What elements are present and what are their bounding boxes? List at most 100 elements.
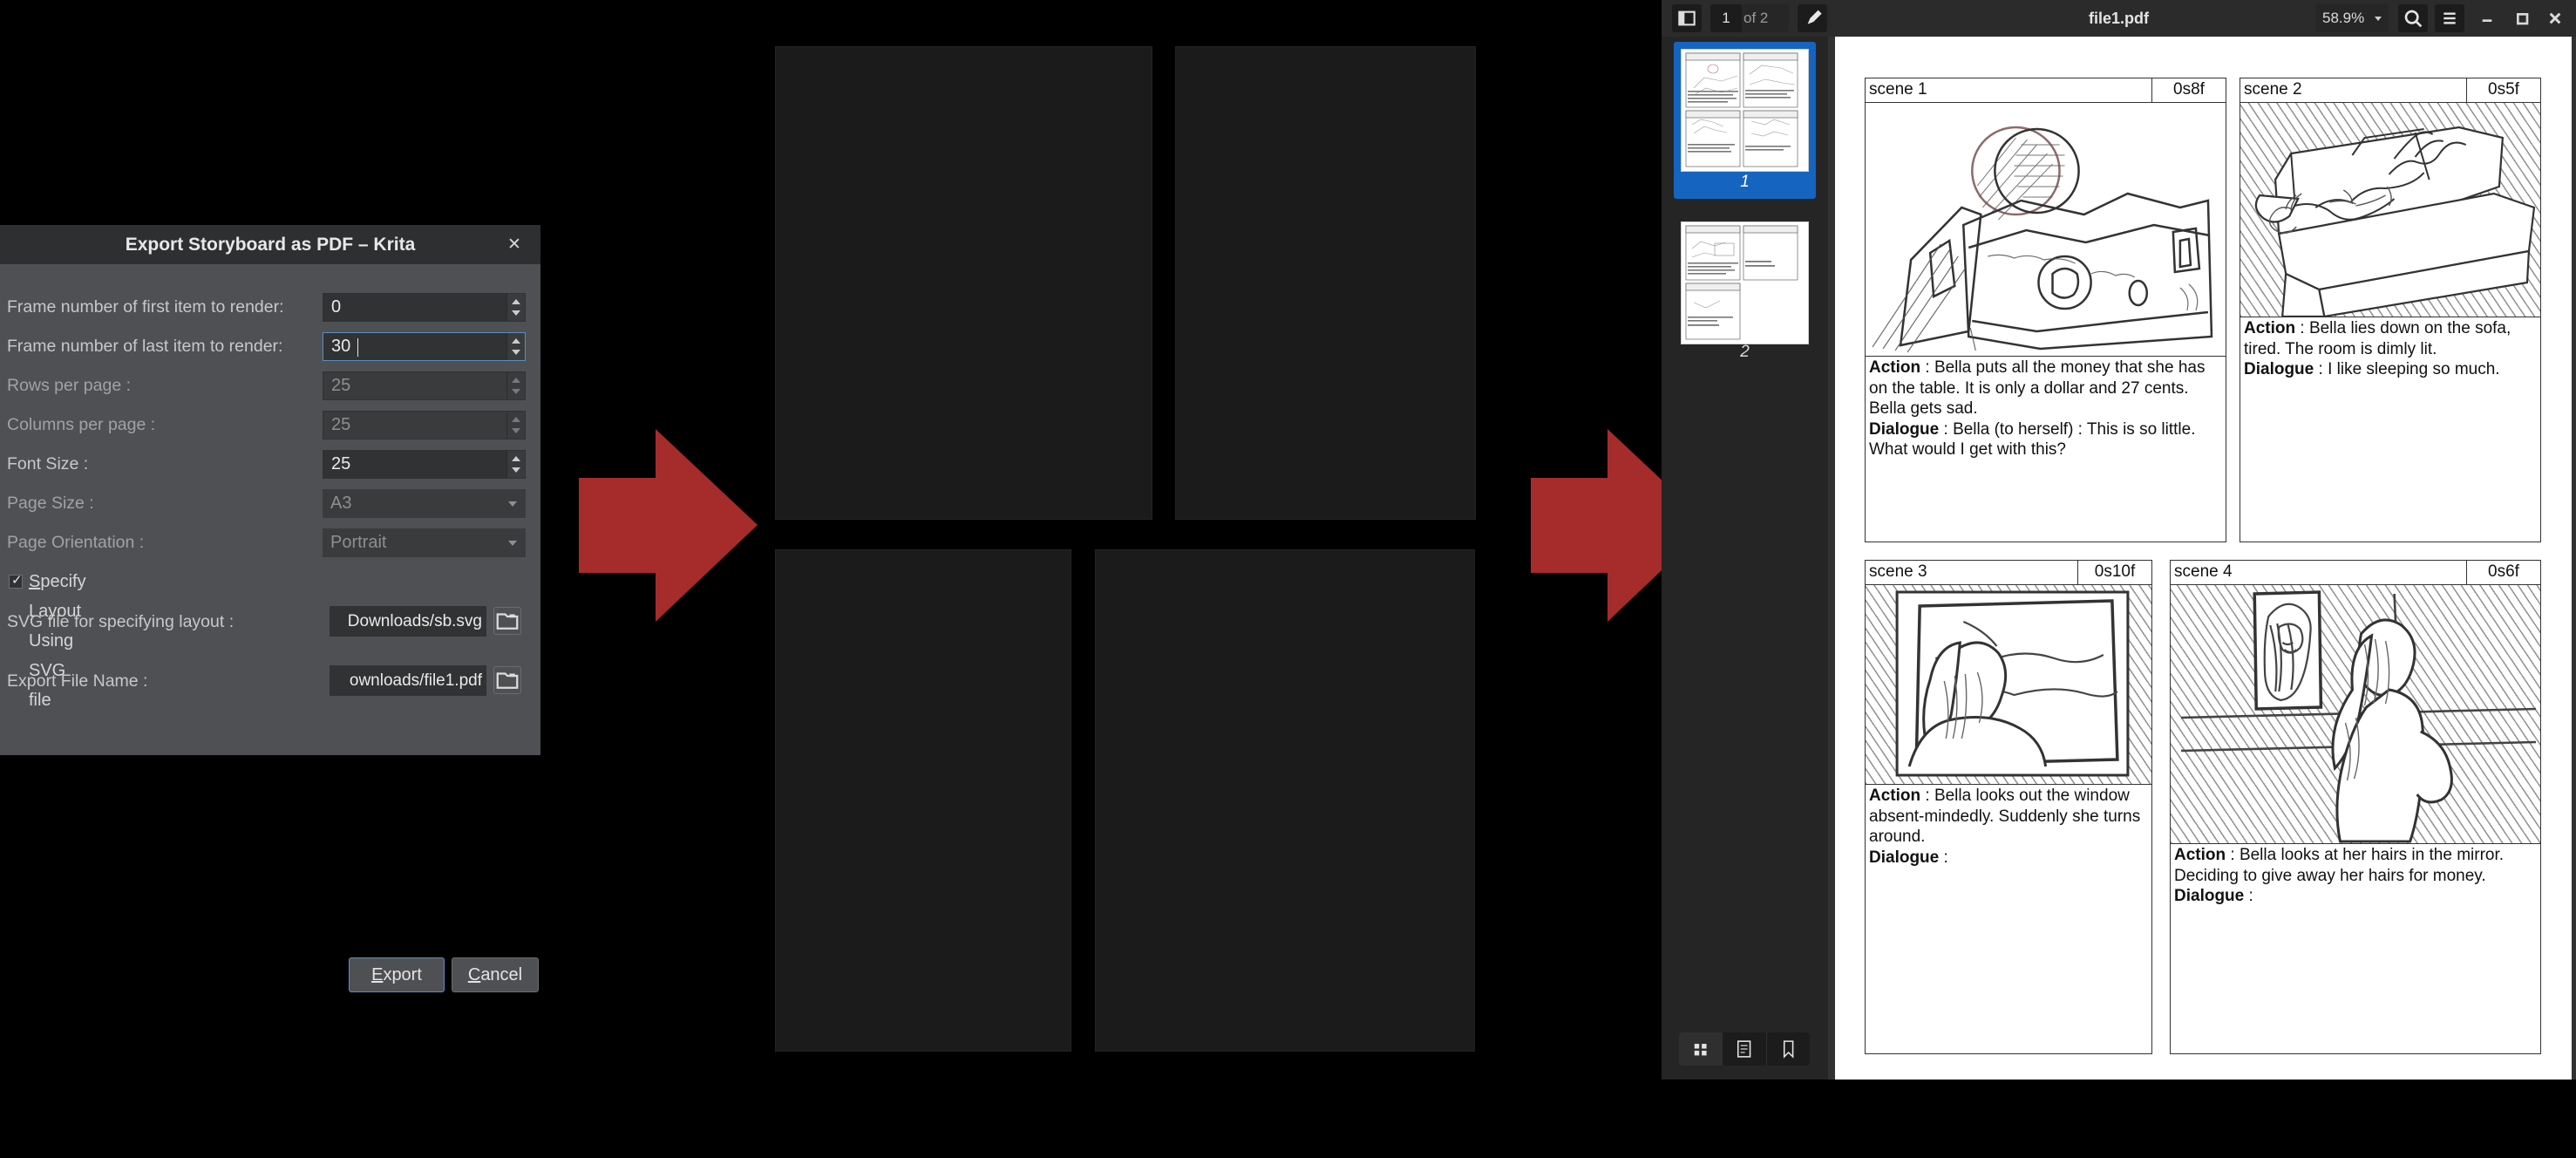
- storyboard-panel-scene-4: scene 4 0s6f Action: Bella looks at her…: [2170, 560, 2541, 1054]
- scene-duration: 0s10f: [2094, 562, 2136, 581]
- panel-text: Action : Bella lies down on the sofa, ti…: [2240, 317, 2540, 542]
- svg-layout-path-row: SVG file for specifying layout : Downloa…: [0, 604, 540, 639]
- pdf-viewer-window: 1 of 2 file1.pdf 58.9% 1 2 scene 1 0s8f …: [1662, 0, 2576, 1080]
- spinner-arrows: [506, 412, 525, 439]
- field-label: Columns per page :: [7, 415, 156, 434]
- font-size-spinbox[interactable]: 25: [323, 450, 526, 479]
- panel-header: scene 3 0s10f: [1866, 561, 2151, 585]
- sidebar-view-switcher: [1679, 1032, 1810, 1066]
- page-size-value: A3: [330, 494, 352, 513]
- chevron-down-icon: [508, 501, 517, 507]
- field-row-page-size: Page Size : A3: [0, 488, 540, 518]
- notes-icon[interactable]: [1722, 1032, 1765, 1066]
- field-row-first-frame: Frame number of first item to render: 0: [0, 292, 540, 322]
- panel-text: Action : Bella puts all the money that s…: [1866, 357, 2226, 542]
- field-label: Page Size :: [7, 494, 94, 513]
- storyboard-cell[interactable]: [1095, 549, 1475, 1052]
- dialog-titlebar: Export Storyboard as PDF – Krita ✕: [0, 225, 540, 264]
- dialog-body: Frame number of first item to render: 0 …: [0, 264, 540, 992]
- export-button[interactable]: Export: [349, 957, 445, 992]
- dialogue-text: :: [1939, 848, 1948, 867]
- field-row-page-orientation: Page Orientation : Portrait: [0, 528, 540, 557]
- cancel-button[interactable]: Cancel: [452, 957, 539, 992]
- scene-duration: 0s8f: [2173, 80, 2205, 99]
- pdf-toolbar: 1 of 2 file1.pdf 58.9%: [1662, 0, 2576, 37]
- field-label: Frame number of last item to render:: [7, 337, 283, 356]
- action-label: Action: [2244, 319, 2296, 337]
- page-size-select: A3: [323, 489, 526, 518]
- export-filename-value: ownloads/file1.pdf: [349, 671, 482, 690]
- chevron-down-icon[interactable]: [512, 467, 520, 473]
- last-frame-spinbox[interactable]: 30: [323, 332, 526, 361]
- scene-label: scene 2: [2240, 78, 2467, 102]
- close-icon[interactable]: [2541, 4, 2569, 32]
- chevron-down-icon: [2375, 17, 2382, 21]
- dialogue-text: :: [2244, 887, 2253, 905]
- storyboard-cell[interactable]: [775, 549, 1071, 1052]
- scene-label: scene 3: [1866, 561, 2078, 584]
- girl-at-window-sketch: [1866, 585, 2151, 785]
- font-size-value: 25: [331, 454, 351, 473]
- thumbnail-page-2[interactable]: 2: [1674, 215, 1816, 368]
- girl-on-sofa-sketch: [2240, 103, 2540, 317]
- chevron-down-icon: [512, 428, 520, 433]
- specify-layout-checkbox[interactable]: ✓: [9, 573, 23, 589]
- chevron-up-icon[interactable]: [512, 299, 520, 304]
- svg-layout-input[interactable]: Downloads/sb.svg: [330, 606, 486, 637]
- spinner-arrows[interactable]: [506, 451, 525, 478]
- label-rest: ancel: [480, 965, 523, 984]
- thumbnail-page-1[interactable]: 1: [1674, 42, 1816, 199]
- storyboard-panel-scene-2: scene 2 0s5f Action: Bella lies down on…: [2240, 78, 2541, 542]
- page-orientation-select: Portrait: [323, 528, 526, 557]
- spinner-arrows[interactable]: [506, 333, 525, 360]
- thumbnail-preview: [1681, 49, 1809, 172]
- panel-header: scene 4 0s6f: [2171, 561, 2540, 585]
- field-label: Page Orientation :: [7, 533, 145, 552]
- chevron-down-icon[interactable]: [512, 310, 520, 316]
- flow-arrow-1: [579, 429, 758, 622]
- bookmark-icon[interactable]: [1765, 1032, 1810, 1066]
- pdf-page-1: scene 1 0s8f Action: Bella puts all the…: [1835, 37, 2572, 1080]
- minimize-icon[interactable]: [2473, 4, 2501, 32]
- folder-icon[interactable]: [493, 607, 521, 635]
- chevron-down-icon[interactable]: [512, 350, 520, 355]
- first-frame-spinbox[interactable]: 0: [323, 293, 526, 322]
- grid-icon[interactable]: [1679, 1032, 1723, 1066]
- field-row-columns-per-page: Columns per page : 25: [0, 410, 540, 439]
- hamburger-menu-icon[interactable]: [2435, 4, 2464, 32]
- svg-layout-value: Downloads/sb.svg: [347, 612, 482, 630]
- chevron-up-icon[interactable]: [512, 338, 520, 344]
- storyboard-panel-scene-1: scene 1 0s8f Action: Bella puts all the…: [1865, 78, 2226, 542]
- storyboard-cell[interactable]: [1175, 46, 1476, 520]
- export-filename-label: Export File Name :: [7, 671, 148, 691]
- chevron-down-icon: [512, 389, 520, 394]
- chevron-up-icon[interactable]: [512, 456, 520, 461]
- panel-text: Action : Bella looks out the window abse…: [1866, 785, 2151, 1053]
- thumbnail-page-number: 2: [1740, 343, 1750, 361]
- storyboard-cell[interactable]: [775, 46, 1152, 520]
- field-row-last-frame: Frame number of last item to render: 30: [0, 331, 540, 361]
- zoom-level-select[interactable]: 58.9%: [2315, 4, 2389, 32]
- thumbnail-page-number: 1: [1740, 173, 1750, 191]
- spinner-arrows[interactable]: [506, 294, 525, 321]
- spinner-arrows: [506, 372, 525, 399]
- dialogue-label: Dialogue: [2174, 887, 2245, 905]
- field-row-font-size: Font Size : 25: [0, 449, 540, 479]
- export-filename-input[interactable]: ownloads/file1.pdf: [330, 665, 486, 696]
- pdf-page-viewport[interactable]: scene 1 0s8f Action: Bella puts all the…: [1828, 37, 2576, 1080]
- svg-layout-label: SVG file for specifying layout :: [7, 612, 234, 631]
- dialogue-label: Dialogue: [1869, 419, 1940, 439]
- action-label: Action: [2174, 846, 2226, 864]
- panel-text: Action : Bella looks at her hairs in the…: [2171, 844, 2540, 1053]
- close-icon[interactable]: ✕: [497, 225, 532, 264]
- first-frame-value: 0: [331, 297, 342, 317]
- export-storyboard-dialog: Export Storyboard as PDF – Krita ✕ Frame…: [0, 225, 540, 992]
- search-icon[interactable]: [2398, 4, 2428, 32]
- rows-per-page-value: 25: [331, 376, 351, 395]
- dialog-title: Export Storyboard as PDF – Krita: [125, 235, 416, 255]
- maximize-icon[interactable]: [2508, 4, 2536, 32]
- field-label: Rows per page :: [7, 376, 131, 395]
- folder-icon[interactable]: [493, 666, 521, 694]
- field-row-rows-per-page: Rows per page : 25: [0, 371, 540, 400]
- zoom-level-value: 58.9%: [2322, 10, 2365, 26]
